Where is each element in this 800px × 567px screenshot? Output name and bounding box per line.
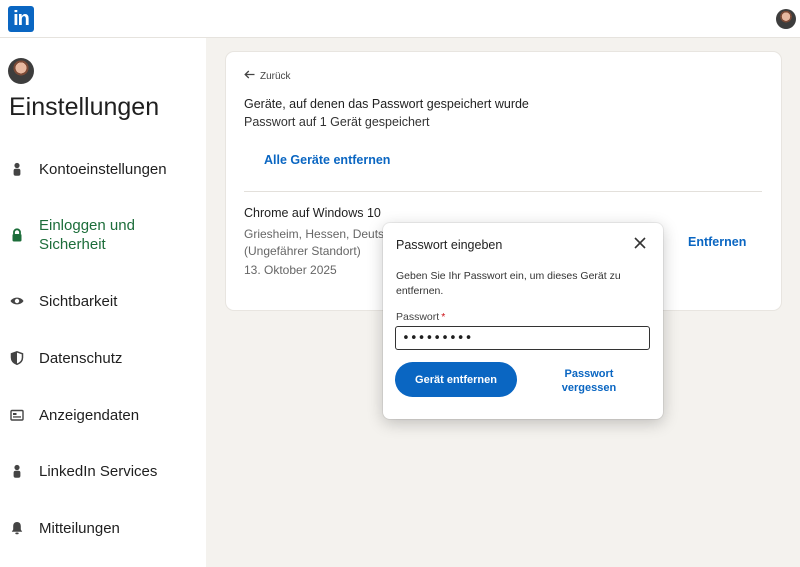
device-count-text: Passwort auf 1 Gerät gespeichert [244,115,430,129]
sidebar-item-einloggen-und-sicherheit[interactable]: Einloggen und Sicherheit [0,216,170,254]
back-label: Zurück [260,70,291,82]
eye-icon [10,294,24,308]
password-label-text: Passwort [396,311,440,323]
sidebar-item-sichtbarkeit[interactable]: Sichtbarkeit [0,292,206,311]
top-navigation-bar: in [0,0,800,38]
forgot-password-link[interactable]: Passwort vergessen [553,367,625,395]
sidebar-item-kontoeinstellungen[interactable]: Kontoeinstellungen [0,160,206,179]
sidebar-item-label: Sichtbarkeit [39,293,118,310]
sidebar-item-mitteilungen[interactable]: Mitteilungen [0,519,206,538]
ad-icon [10,408,24,422]
dialog-title: Passwort eingeben [396,238,503,252]
remove-all-devices-button[interactable]: Alle Geräte entfernen [264,153,390,167]
close-icon[interactable] [633,236,647,250]
password-input[interactable] [395,326,650,350]
sidebar-item-linkedin-services[interactable]: LinkedIn Services [0,462,206,481]
sidebar-item-label: LinkedIn Services [39,463,158,480]
lock-icon [10,228,24,242]
bell-icon [10,521,24,535]
sidebar-item-label: Anzeigendaten [39,407,140,424]
shield-icon [10,351,24,365]
device-date: 13. Oktober 2025 [244,263,337,277]
password-dialog: Passwort eingeben Geben Sie Ihr Passwort… [383,223,663,419]
sidebar-item-label: Mitteilungen [39,520,120,537]
page-title: Geräte, auf denen das Passwort gespeiche… [244,97,529,111]
sidebar-item-label: Einloggen und Sicherheit [39,217,135,253]
device-name: Chrome auf Windows 10 [244,206,381,220]
back-link[interactable]: Zurück [244,70,291,82]
sidebar-avatar[interactable] [8,58,34,84]
profile-avatar[interactable] [776,9,796,29]
person-icon [10,162,24,176]
password-field-label: Passwort * [396,311,445,323]
remove-device-button[interactable]: Entfernen [688,235,746,249]
device-location: Griesheim, Hessen, Deutschland [244,227,384,241]
sidebar-item-label: Datenschutz [39,350,123,367]
dialog-description: Geben Sie Ihr Passwort ein, um dieses Ge… [396,270,621,297]
sidebar-item-anzeigendaten[interactable]: Anzeigendaten [0,406,206,425]
device-location-note: (Ungefährer Standort) [244,244,361,258]
arrow-left-icon [244,70,255,82]
required-marker: * [441,311,446,323]
linkedin-logo[interactable]: in [8,6,34,32]
divider [244,191,762,192]
sidebar-item-label: Kontoeinstellungen [39,161,167,178]
settings-sidebar: Einstellungen Kontoeinstellungen Einlogg… [0,38,206,567]
person-icon [10,464,24,478]
sidebar-item-datenschutz[interactable]: Datenschutz [0,349,206,368]
settings-title: Einstellungen [9,93,160,121]
remove-device-confirm-button[interactable]: Gerät entfernen [395,362,517,397]
